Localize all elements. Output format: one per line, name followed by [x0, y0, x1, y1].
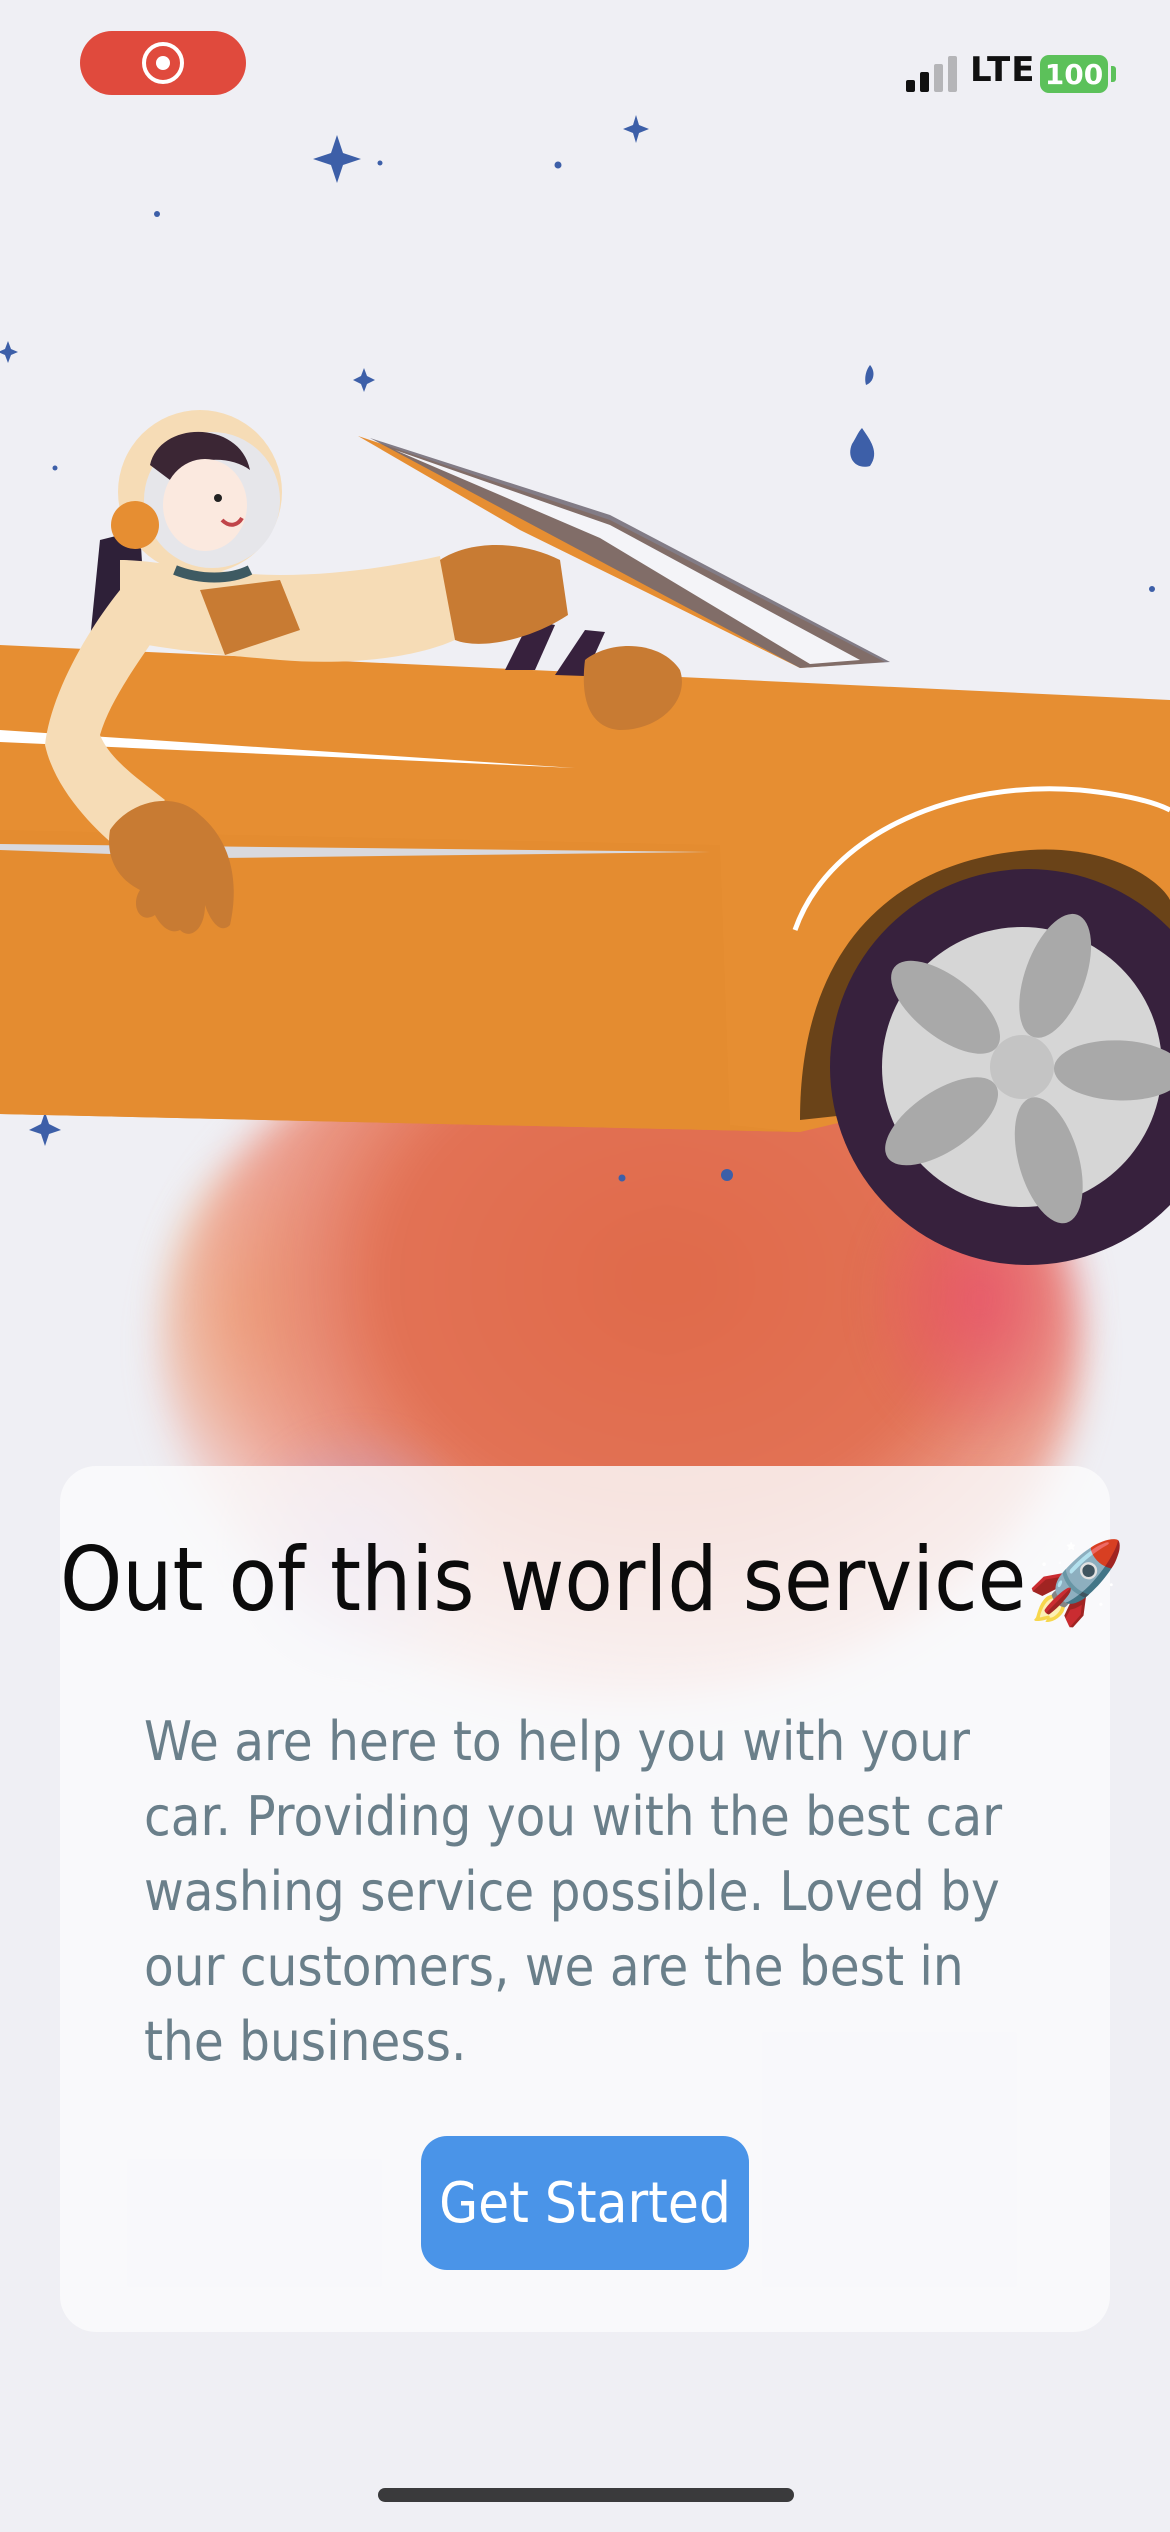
- title-text: Out of this world service: [60, 1528, 1027, 1631]
- rocket-icon: 🚀: [1026, 1536, 1126, 1629]
- home-indicator[interactable]: [378, 2488, 794, 2502]
- astronaut-driving-convertible-icon: [0, 115, 1170, 1265]
- onboarding-card: Out of this world service🚀 We are here t…: [60, 1466, 1126, 2332]
- get-started-button[interactable]: Get Started: [421, 2136, 749, 2270]
- description-text: We are here to help you with your car. P…: [144, 1710, 1003, 2073]
- page-title: Out of this world service🚀: [60, 1528, 1126, 1631]
- hero-illustration: [0, 0, 1170, 1700]
